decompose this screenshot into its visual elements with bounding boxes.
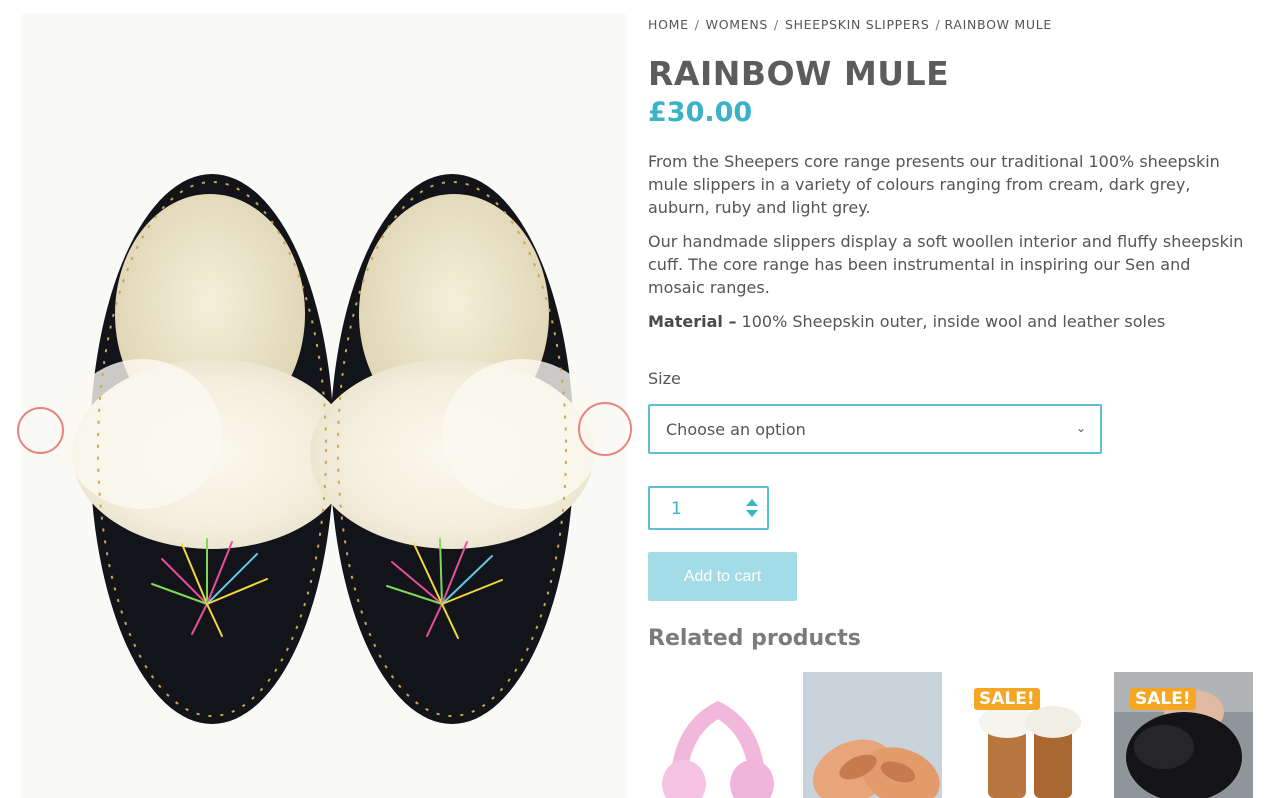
breadcrumb-separator: /	[694, 17, 700, 32]
breadcrumb-sheepskin-slippers[interactable]: SHEEPSKIN SLIPPERS	[785, 17, 930, 32]
product-price: £30.00	[648, 97, 753, 128]
breadcrumb-current: RAINBOW MULE	[944, 17, 1052, 32]
sale-badge: SALE!	[1130, 688, 1196, 710]
related-product-3[interactable]: SALE!	[958, 672, 1097, 798]
breadcrumb: HOME / WOMENS / SHEEPSKIN SLIPPERS / RAINBOW M…	[648, 17, 1052, 32]
related-product-1[interactable]	[648, 672, 787, 798]
chevron-down-icon: ⌄	[1075, 421, 1086, 435]
add-to-cart-button[interactable]: Add to cart	[648, 552, 797, 601]
spinner-arrows-icon[interactable]	[745, 498, 759, 518]
related-product-image	[648, 672, 787, 798]
size-select[interactable]: Choose an option ⌄	[648, 404, 1102, 454]
gallery-next-button[interactable]	[578, 402, 632, 456]
product-description-1: From the Sheepers core range presents ou…	[648, 152, 1220, 217]
quantity-stepper[interactable]: 1	[648, 486, 769, 530]
product-image-slippers	[62, 174, 602, 724]
breadcrumb-separator: /	[935, 17, 941, 32]
sale-badge: SALE!	[974, 688, 1040, 710]
related-product-image	[803, 672, 942, 798]
breadcrumb-home[interactable]: HOME	[648, 17, 689, 32]
product-title: RAINBOW MULE	[648, 54, 950, 93]
product-description-2: Our handmade slippers display a soft woo…	[648, 232, 1244, 297]
related-product-2[interactable]	[803, 672, 942, 798]
breadcrumb-separator: /	[774, 17, 779, 32]
material-value: 100% Sheepskin outer, inside wool and le…	[736, 312, 1166, 331]
size-label: Size	[648, 369, 681, 388]
related-products-title: Related products	[648, 626, 861, 651]
product-gallery	[22, 14, 626, 798]
quantity-value: 1	[671, 499, 682, 519]
product-material: Material – 100% Sheepskin outer, inside …	[648, 310, 1248, 333]
size-select-value: Choose an option	[666, 420, 806, 439]
gallery-prev-button[interactable]	[17, 407, 64, 454]
related-product-4[interactable]: SALE!	[1114, 672, 1253, 798]
material-label: Material –	[648, 312, 737, 331]
breadcrumb-womens[interactable]: WOMENS	[706, 17, 768, 32]
